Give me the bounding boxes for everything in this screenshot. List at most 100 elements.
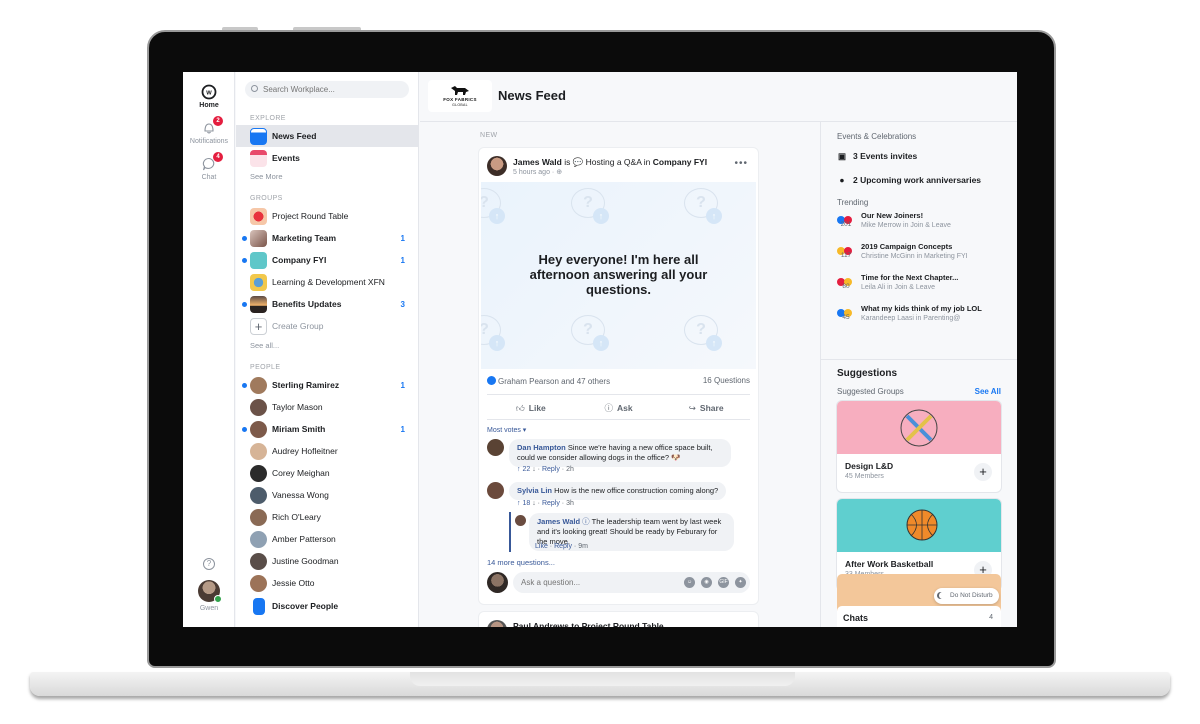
nav-group-learning-development[interactable]: Learning & Development XFN (236, 271, 419, 293)
post-group[interactable]: Company FYI (653, 157, 707, 167)
author-avatar[interactable] (487, 156, 507, 176)
comment-text: How is the new office construction comin… (554, 486, 719, 495)
nav-person[interactable]: Miriam Smith 1 (236, 418, 419, 440)
upvote-icon: ↑ (706, 335, 722, 351)
downvote-button[interactable]: ↓ (530, 500, 536, 507)
rail-chat[interactable]: 4 Chat (183, 152, 235, 181)
join-group-button[interactable]: + (974, 463, 992, 481)
see-more-link[interactable]: See More (250, 172, 283, 181)
nav-person[interactable]: Rich O'Leary (236, 506, 419, 528)
author-avatar[interactable] (487, 620, 507, 627)
laptop-notch (410, 672, 795, 686)
sticker-icon[interactable]: ✦ (735, 577, 746, 588)
more-options-icon[interactable]: ••• (734, 158, 748, 169)
trending-source: Christine McGinn in Marketing FYI (861, 253, 968, 260)
discover-people-link[interactable]: Discover People (236, 595, 419, 617)
group-thumbnail (250, 295, 267, 313)
nav-person[interactable]: Vanessa Wong (236, 484, 419, 506)
pencils-illustration-icon (900, 409, 938, 447)
nav-group-benefits-updates[interactable]: Benefits Updates 3 (236, 293, 419, 315)
reply-time: 9m (578, 543, 588, 550)
create-group-button[interactable]: + Create Group (236, 315, 419, 337)
nav-group-project-round-table[interactable]: Project Round Table (236, 205, 419, 227)
help-icon[interactable]: ? (203, 558, 215, 570)
post-author[interactable]: James Wald (513, 157, 562, 167)
more-questions-link[interactable]: 14 more questions... (487, 558, 555, 567)
sort-dropdown[interactable]: Most votes ▾ (487, 426, 526, 434)
current-user-avatar (487, 572, 508, 593)
company-logo[interactable]: FOX FABRICS GLOBAL (428, 80, 492, 112)
chats-count: 4 (989, 614, 993, 621)
comment-author[interactable]: Dan Hampton (517, 443, 566, 452)
like-button[interactable]: 👍︎ Like (487, 395, 575, 419)
trending-title: What my kids think of my job LOL (861, 304, 982, 313)
share-button[interactable]: ↪ Share (662, 395, 750, 419)
trending-source: Mike Merrow in Join & Leave (861, 222, 951, 229)
like-label: Like (528, 403, 546, 413)
anniversaries-link[interactable]: ● 2 Upcoming work anniversaries (837, 175, 981, 185)
reply-avatar[interactable] (515, 515, 526, 526)
trending-item[interactable]: 45 What my kids think of my job LOL Kara… (837, 304, 1007, 328)
nav-person[interactable]: Amber Patterson (236, 528, 419, 550)
see-all-link[interactable]: See All (975, 387, 1001, 396)
post-header[interactable]: Paul Andrews to Project Round Table (513, 621, 664, 627)
nav-person[interactable]: Sterling Ramirez 1 (236, 374, 419, 396)
feed-section-label: NEW (480, 132, 498, 139)
see-all-groups-link[interactable]: See all... (250, 341, 279, 350)
questions-count[interactable]: 16 Questions (703, 376, 750, 385)
like-link[interactable]: Like (535, 543, 548, 550)
unread-count: 1 (400, 380, 405, 390)
nav-person[interactable]: Audrey Hofleitner (236, 440, 419, 462)
comment-author[interactable]: Sylvia Lin (517, 486, 552, 495)
reactions-summary[interactable]: Graham Pearson and 47 others (498, 377, 610, 386)
camera-icon[interactable]: ◉ (701, 577, 712, 588)
chats-bar[interactable]: Chats 4 (837, 606, 1001, 627)
person-avatar (250, 420, 267, 438)
reaction-count: 201 (840, 221, 852, 228)
speech-bubbles-icon: 💬 (572, 157, 586, 167)
reply-author[interactable]: James Wald (537, 517, 580, 526)
trending-title: 2019 Campaign Concepts (861, 242, 953, 251)
group-label: Project Round Table (272, 211, 349, 221)
group-label: Benefits Updates (272, 299, 342, 309)
nav-item-news-feed[interactable]: News Feed (236, 125, 419, 147)
search-input[interactable] (245, 81, 409, 98)
nav-person[interactable]: Corey Meighan (236, 462, 419, 484)
commenter-avatar[interactable] (487, 439, 504, 456)
user-name: Gwen (199, 605, 219, 612)
chats-panel[interactable]: Do Not Disturb Chats 4 (837, 574, 1001, 627)
admin-badge-icon: ⓘ (582, 517, 590, 526)
gif-icon[interactable]: GIF (718, 577, 729, 588)
people-heading: PEOPLE (250, 364, 281, 371)
downvote-button[interactable]: ↓ (530, 466, 536, 473)
nav-item-events[interactable]: Events (236, 147, 419, 169)
events-invites-link[interactable]: ▣ 3 Events invites (837, 151, 917, 162)
commenter-avatar[interactable] (487, 482, 504, 499)
reply-thread-line (509, 512, 511, 552)
nav-group-company-fyi[interactable]: Company FYI 1 (236, 249, 419, 271)
trending-source: Leila Ali in Join & Leave (861, 284, 935, 291)
nav-person[interactable]: Jessie Otto (236, 572, 419, 594)
ask-label: Ask (616, 403, 633, 413)
reply-link[interactable]: Reply (542, 466, 560, 473)
rail-notifications[interactable]: 2 Notifications (183, 116, 235, 145)
nav-group-marketing-team[interactable]: Marketing Team 1 (236, 227, 419, 249)
reply-link[interactable]: Reply (554, 543, 572, 550)
nav-person[interactable]: Justine Goodman (236, 550, 419, 572)
group-name: After Work Basketball (845, 559, 934, 569)
do-not-disturb-toggle[interactable]: Do Not Disturb (934, 588, 999, 604)
person-name: Jessie Otto (272, 578, 315, 588)
trending-item[interactable]: 80 Time for the Next Chapter... Leila Al… (837, 273, 1007, 297)
person-name: Taylor Mason (272, 402, 323, 412)
ask-button[interactable]: ⓘ Ask (575, 395, 663, 419)
suggested-group-card[interactable]: Design L&D 45 Members + (837, 401, 1001, 492)
reply-link[interactable]: Reply (542, 500, 560, 507)
trending-item[interactable]: 117 2019 Campaign Concepts Christine McG… (837, 242, 1007, 266)
rail-home[interactable]: w Home (183, 84, 235, 109)
trending-item[interactable]: 201 Our New Joiners! Mike Merrow in Join… (837, 211, 1007, 235)
post-in: in (641, 157, 653, 167)
chat-bubble-icon: 4 (201, 152, 223, 172)
post-header: James Wald is 💬 Hosting a Q&A in Company… (513, 157, 707, 168)
emoji-icon[interactable]: ☺ (684, 577, 695, 588)
nav-person[interactable]: Taylor Mason (236, 396, 419, 418)
